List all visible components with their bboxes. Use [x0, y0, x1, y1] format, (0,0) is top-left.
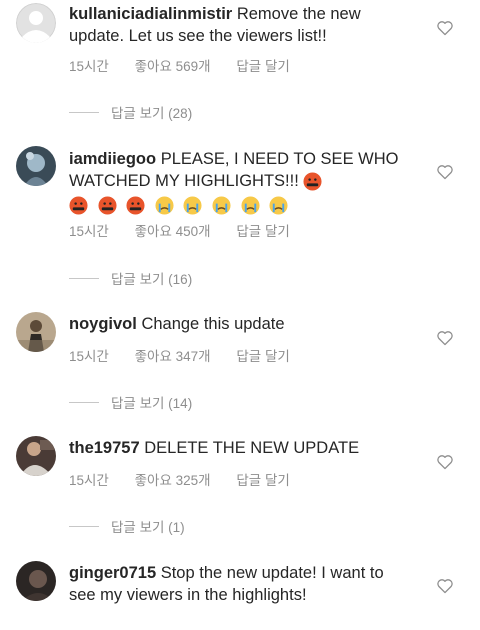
comment-meta: 15시간 좋아요 569개 답글 달기	[69, 55, 312, 75]
reply-button[interactable]: 답글 달기	[236, 473, 289, 488]
divider-line	[69, 277, 99, 279]
heart-outline-icon[interactable]	[436, 20, 454, 36]
emoji-row	[69, 194, 409, 216]
avatar[interactable]	[16, 561, 56, 601]
comment-meta: 15시간 좋아요 347개 답글 달기	[69, 345, 312, 365]
avatar[interactable]	[16, 312, 56, 352]
heart-outline-icon[interactable]	[436, 454, 454, 470]
comment-meta: 15시간 좋아요 325개 답글 달기	[69, 469, 312, 489]
avatar-image	[16, 312, 56, 352]
comment-body: kullaniciadialinmistir Remove the new up…	[69, 3, 409, 47]
comment-time: 15시간	[69, 59, 109, 74]
comment-username[interactable]: ginger0715	[69, 564, 156, 582]
avatar[interactable]	[16, 3, 56, 43]
comment-likes[interactable]: 좋아요 325개	[135, 473, 211, 488]
view-replies[interactable]: 답글 보기 (16)	[69, 268, 192, 288]
comment-body: ginger0715 Stop the new update! I want t…	[69, 562, 409, 606]
comment-body: the19757 DELETE THE NEW UPDATE	[69, 437, 409, 459]
comment-text: DELETE THE NEW UPDATE	[144, 439, 360, 457]
view-replies[interactable]: 답글 보기 (28)	[69, 102, 192, 122]
comment-likes[interactable]: 좋아요 569개	[135, 59, 211, 74]
comment-body: noygivol Change this update	[69, 313, 409, 335]
comment-meta: 15시간 좋아요 450개 답글 달기	[69, 220, 312, 240]
divider-line	[69, 525, 99, 527]
view-replies-label: 답글 보기 (1)	[111, 520, 185, 535]
comment-likes[interactable]: 좋아요 347개	[135, 349, 211, 364]
crying-face-icon	[212, 196, 231, 215]
comment-time: 15시간	[69, 349, 109, 364]
reply-button[interactable]: 답글 달기	[236, 59, 289, 74]
angry-face-icon	[303, 172, 322, 191]
avatar-image	[16, 561, 56, 601]
comment-username[interactable]: the19757	[69, 439, 140, 457]
heart-outline-icon[interactable]	[436, 578, 454, 594]
comment-username[interactable]: noygivol	[69, 315, 137, 333]
avatar-image	[16, 436, 56, 476]
heart-outline-icon[interactable]	[436, 164, 454, 180]
comment-username[interactable]: kullaniciadialinmistir	[69, 5, 232, 23]
avatar[interactable]	[16, 436, 56, 476]
comment-time: 15시간	[69, 224, 109, 239]
angry-face-icon	[69, 196, 88, 215]
divider-line	[69, 401, 99, 403]
default-avatar-icon	[16, 3, 56, 43]
view-replies-label: 답글 보기 (28)	[111, 106, 193, 121]
crying-face-icon	[241, 196, 260, 215]
view-replies[interactable]: 답글 보기 (14)	[69, 392, 192, 412]
view-replies[interactable]: 답글 보기 (1)	[69, 516, 185, 536]
angry-face-icon	[98, 196, 117, 215]
heart-outline-icon[interactable]	[436, 330, 454, 346]
divider-line	[69, 111, 99, 113]
comment-username[interactable]: iamdiiegoo	[69, 150, 156, 168]
view-replies-label: 답글 보기 (16)	[111, 272, 193, 287]
comment-time: 15시간	[69, 473, 109, 488]
crying-face-icon	[155, 196, 174, 215]
reply-button[interactable]: 답글 달기	[236, 224, 289, 239]
avatar-image	[16, 146, 56, 186]
comment-body: iamdiiegoo PLEASE, I NEED TO SEE WHO WAT…	[69, 148, 409, 216]
crying-face-icon	[269, 196, 288, 215]
avatar[interactable]	[16, 146, 56, 186]
angry-face-icon	[126, 196, 145, 215]
reply-button[interactable]: 답글 달기	[236, 349, 289, 364]
crying-face-icon	[183, 196, 202, 215]
comment-likes[interactable]: 좋아요 450개	[135, 224, 211, 239]
comment-text: Change this update	[141, 315, 285, 333]
view-replies-label: 답글 보기 (14)	[111, 396, 193, 411]
